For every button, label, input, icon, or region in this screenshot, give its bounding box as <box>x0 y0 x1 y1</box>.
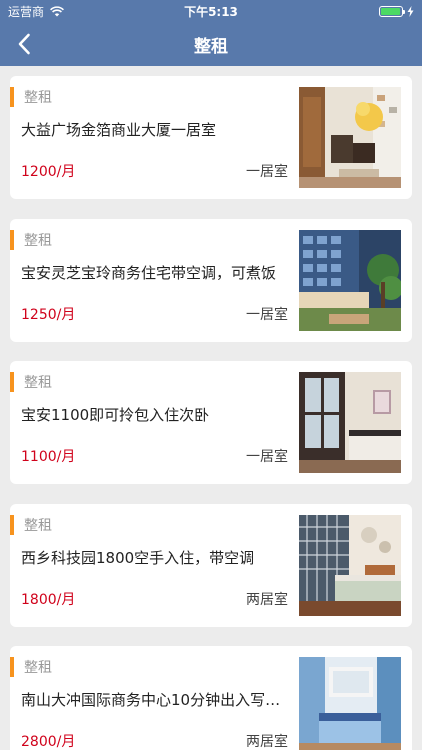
listing-photo <box>299 372 401 473</box>
listing-card[interactable]: 整租 南山大冲国际商务中心10分钟出入写字楼 2800/月 两居室 <box>10 646 412 750</box>
rental-type-label: 整租 <box>24 518 52 534</box>
status-bar: 运营商 下午5:13 <box>0 0 422 22</box>
rental-type-label: 整租 <box>24 233 52 249</box>
status-left: 运营商 <box>8 3 379 20</box>
listing-price: 1200/月 <box>21 164 76 180</box>
listing-price: 1800/月 <box>21 592 76 608</box>
listing-rooms: 一居室 <box>246 449 288 465</box>
listing-card[interactable]: 整租 宝安1100即可拎包入住次卧 1100/月 一居室 <box>10 361 412 484</box>
rental-type-tag: 整租 <box>10 515 52 535</box>
listing-card[interactable]: 整租 大益广场金箔商业大厦一居室 1200/月 一居室 <box>10 76 412 199</box>
listing-photo <box>299 657 401 750</box>
rental-type-label: 整租 <box>24 375 52 391</box>
status-right <box>379 5 414 17</box>
listing-price: 1100/月 <box>21 449 76 465</box>
listing-card[interactable]: 整租 西乡科技园1800空手入住，带空调 1800/月 两居室 <box>10 504 412 627</box>
page-title: 整租 <box>194 36 228 57</box>
rental-type-tag: 整租 <box>10 657 52 677</box>
listing-title: 西乡科技园1800空手入住，带空调 <box>21 549 255 567</box>
listing-title: 大益广场金箔商业大厦一居室 <box>21 121 217 139</box>
battery-fill <box>381 7 400 15</box>
carrier-label: 运营商 <box>8 4 45 19</box>
charging-bolt-icon <box>407 5 414 17</box>
nav-bar: 整租 <box>0 22 422 66</box>
tag-accent-bar <box>10 515 14 535</box>
listing-title: 宝安1100即可拎包入住次卧 <box>21 406 210 424</box>
rental-type-tag: 整租 <box>10 87 52 107</box>
wifi-icon <box>50 5 64 16</box>
rental-type-tag: 整租 <box>10 372 52 392</box>
listing-card[interactable]: 整租 宝安灵芝宝玲商务住宅带空调，可煮饭 1250/月 一居室 <box>10 219 412 342</box>
back-button[interactable] <box>8 28 40 60</box>
listing-title: 宝安灵芝宝玲商务住宅带空调，可煮饭 <box>21 264 277 282</box>
chevron-left-icon <box>18 33 30 55</box>
tag-accent-bar <box>10 657 14 677</box>
tag-accent-bar <box>10 87 14 107</box>
rental-type-label: 整租 <box>24 660 52 676</box>
listing-price: 2800/月 <box>21 734 76 750</box>
listing-list[interactable]: 整租 大益广场金箔商业大厦一居室 1200/月 一居室 整租 宝安灵芝宝玲商务住… <box>0 66 422 750</box>
listing-rooms: 一居室 <box>246 164 288 180</box>
listing-title: 南山大冲国际商务中心10分钟出入写字楼 <box>21 691 289 709</box>
rental-type-tag: 整租 <box>10 230 52 250</box>
listing-rooms: 两居室 <box>246 592 288 608</box>
listing-price: 1250/月 <box>21 307 76 323</box>
listing-rooms: 一居室 <box>246 307 288 323</box>
tag-accent-bar <box>10 372 14 392</box>
listing-photo <box>299 515 401 616</box>
tag-accent-bar <box>10 230 14 250</box>
listing-photo <box>299 87 401 188</box>
listing-rooms: 两居室 <box>246 734 288 750</box>
battery-icon <box>379 5 405 17</box>
rental-type-label: 整租 <box>24 90 52 106</box>
listing-photo <box>299 230 401 331</box>
